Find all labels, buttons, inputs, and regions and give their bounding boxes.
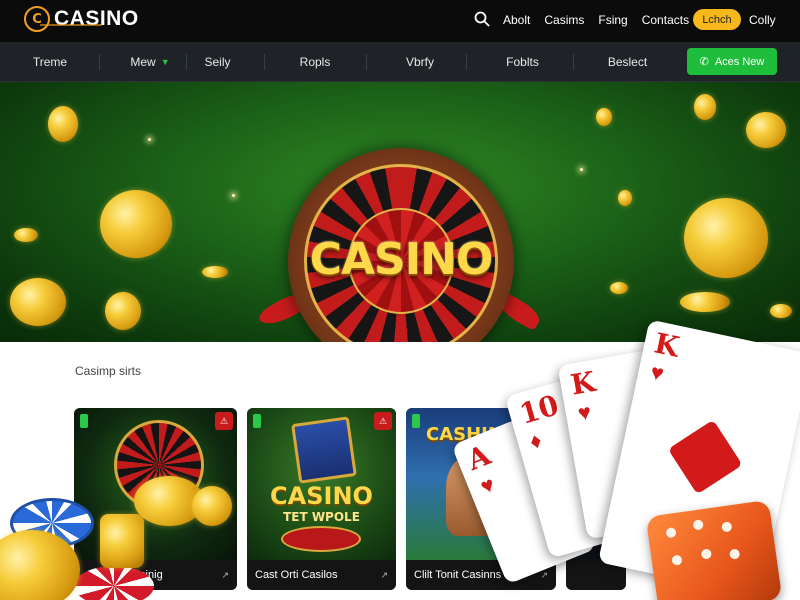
top-link-casinos[interactable]: Casims — [544, 13, 584, 27]
alert-badge-icon: ⚠ — [215, 412, 233, 430]
card-caption-sub: TET WPOLE — [283, 510, 360, 524]
sparkle-icon — [232, 194, 235, 197]
main-nav: Treme Mew ▼ Seily Ropls Vbrfy Foblts Bes… — [0, 42, 800, 82]
dice-icon — [645, 499, 783, 600]
card-rank: A — [462, 438, 496, 477]
gold-coin-icon — [746, 112, 786, 148]
gold-coin-icon — [680, 292, 730, 312]
logo-mark-icon: C — [24, 6, 50, 32]
diamond-icon: ♦ — [526, 427, 545, 455]
nav-divider — [99, 54, 100, 70]
cta-label: Aces New — [714, 55, 765, 68]
nav-item-label: Ropls — [299, 55, 331, 69]
card-footer: Cast Orti Casilos ↗ — [247, 560, 396, 590]
top-link-about[interactable]: Abolt — [503, 13, 530, 27]
sparkle-icon — [148, 138, 151, 141]
gold-coin-icon — [694, 94, 716, 120]
dice-pip — [671, 554, 683, 566]
gold-coin-icon — [10, 278, 66, 326]
nav-divider — [466, 54, 467, 70]
dice-pip — [665, 527, 677, 539]
nav-divider — [573, 54, 574, 70]
nav-item-mew[interactable]: Mew ▼ — [120, 42, 180, 82]
card-rank: 10 — [515, 388, 563, 431]
chevron-down-icon: ▼ — [160, 57, 170, 67]
nav-item-label: Seily — [204, 55, 231, 69]
card-image — [74, 408, 237, 560]
nav-item-vbrfy[interactable]: Vbrfy — [390, 42, 450, 82]
gold-coin-icon — [618, 190, 632, 206]
top-links: Abolt Casims Fsing Contacts — [503, 13, 703, 27]
card-caption: CASINO — [270, 482, 373, 510]
arrow-icon: ↗ — [221, 569, 229, 580]
nav-item-label: Vbrfy — [405, 55, 434, 69]
logo-text: CASINO — [54, 7, 139, 30]
top-bar: C CASINO Abolt Casims Fsing Contacts Lch… — [0, 0, 800, 42]
nav-item-beslect[interactable]: Beslect — [595, 42, 660, 82]
nav-item-seily[interactable]: Seily — [190, 42, 245, 82]
card-image: CASINO TET WPOLE — [247, 408, 396, 560]
nav-item-label: Mew — [130, 55, 156, 69]
heart-icon: ♥ — [648, 359, 667, 387]
coin-stack-icon — [100, 514, 144, 568]
cta-button[interactable]: ✆ Aces New — [687, 48, 777, 75]
gold-coin-icon — [14, 228, 38, 242]
nav-divider — [264, 54, 265, 70]
arrow-icon: ↗ — [540, 569, 548, 580]
card-rank: K — [651, 326, 683, 364]
search-icon[interactable] — [474, 11, 490, 27]
nav-item-treme[interactable]: Treme — [20, 42, 80, 82]
alert-badge-icon: ⚠ — [374, 412, 392, 430]
gold-coin-icon — [105, 292, 141, 330]
heart-icon: ♥ — [476, 471, 499, 500]
hero-banner: CASINO — [0, 82, 800, 342]
dice-pip — [700, 548, 713, 560]
gold-coin-icon — [770, 304, 792, 318]
launch-button[interactable]: Lchch — [693, 9, 741, 30]
nav-divider — [366, 54, 367, 70]
nav-item-ropls[interactable]: Ropls — [285, 42, 345, 82]
dice-pip — [729, 548, 741, 560]
casino-card[interactable]: ⚠ Casinig ↗ — [74, 408, 237, 590]
site-logo[interactable]: C CASINO — [24, 6, 139, 32]
heart-icon: ♥ — [575, 399, 594, 426]
gold-coin-icon — [192, 486, 232, 526]
arrow-icon: ↗ — [380, 569, 388, 580]
sparkle-icon — [580, 168, 583, 171]
dice-pip — [721, 521, 733, 533]
gold-coin-icon — [202, 266, 228, 278]
new-tag — [253, 414, 261, 428]
new-tag — [80, 414, 88, 428]
card-rank: K — [568, 364, 598, 402]
diamond-center-icon — [667, 419, 743, 495]
poker-chip-icon — [74, 566, 154, 600]
card-title: Cast Orti Casilos — [255, 569, 338, 581]
hero-title: CASINO — [309, 234, 494, 285]
top-link-fsing[interactable]: Fsing — [598, 13, 627, 27]
slot-machine-icon — [291, 416, 357, 484]
dice-pip — [692, 519, 704, 531]
new-tag — [412, 414, 420, 428]
top-link-contacts[interactable]: Contacts — [642, 13, 689, 27]
logo-underline — [40, 24, 102, 26]
gold-coin-icon — [100, 190, 172, 258]
chips-tray — [281, 526, 361, 552]
language-link[interactable]: Colly — [749, 13, 776, 27]
nav-item-foblts[interactable]: Foblts — [490, 42, 555, 82]
casino-card[interactable]: CASINO TET WPOLE ⚠ Cast Orti Casilos ↗ — [247, 408, 396, 590]
gold-coin-icon — [596, 108, 612, 126]
nav-divider — [186, 54, 187, 70]
nav-item-label: Treme — [32, 55, 68, 69]
phone-icon: ✆ — [699, 56, 709, 68]
gold-coin-icon — [684, 198, 768, 278]
nav-item-label: Foblts — [506, 55, 539, 69]
gold-coin-icon — [48, 106, 78, 142]
gold-coin-icon — [610, 282, 628, 294]
nav-item-label: Beslect — [607, 55, 648, 69]
section-heading: Casimp sirts — [75, 364, 142, 378]
